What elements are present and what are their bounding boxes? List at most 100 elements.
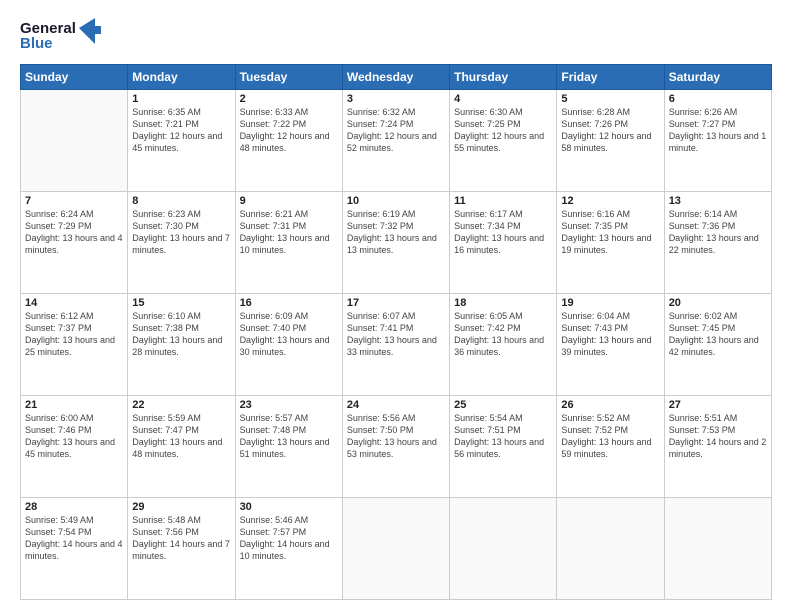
day-number: 9 [240, 195, 338, 207]
calendar-week-1: 7Sunrise: 6:24 AMSunset: 7:29 PMDaylight… [21, 192, 772, 294]
calendar-cell: 12Sunrise: 6:16 AMSunset: 7:35 PMDayligh… [557, 192, 664, 294]
day-info: Sunrise: 5:49 AMSunset: 7:54 PMDaylight:… [25, 514, 123, 563]
calendar-cell: 14Sunrise: 6:12 AMSunset: 7:37 PMDayligh… [21, 294, 128, 396]
calendar-cell: 10Sunrise: 6:19 AMSunset: 7:32 PMDayligh… [342, 192, 449, 294]
day-number: 18 [454, 297, 552, 309]
day-info: Sunrise: 6:17 AMSunset: 7:34 PMDaylight:… [454, 208, 552, 257]
day-number: 8 [132, 195, 230, 207]
logo-blue: Blue [20, 36, 76, 51]
day-info: Sunrise: 6:09 AMSunset: 7:40 PMDaylight:… [240, 310, 338, 359]
calendar-cell: 26Sunrise: 5:52 AMSunset: 7:52 PMDayligh… [557, 396, 664, 498]
calendar-cell: 25Sunrise: 5:54 AMSunset: 7:51 PMDayligh… [450, 396, 557, 498]
day-info: Sunrise: 5:59 AMSunset: 7:47 PMDaylight:… [132, 412, 230, 461]
day-number: 21 [25, 399, 123, 411]
day-number: 11 [454, 195, 552, 207]
day-number: 28 [25, 501, 123, 513]
day-number: 2 [240, 93, 338, 105]
day-number: 25 [454, 399, 552, 411]
day-info: Sunrise: 5:56 AMSunset: 7:50 PMDaylight:… [347, 412, 445, 461]
day-info: Sunrise: 6:07 AMSunset: 7:41 PMDaylight:… [347, 310, 445, 359]
calendar-week-0: 1Sunrise: 6:35 AMSunset: 7:21 PMDaylight… [21, 90, 772, 192]
calendar-week-2: 14Sunrise: 6:12 AMSunset: 7:37 PMDayligh… [21, 294, 772, 396]
calendar-cell: 13Sunrise: 6:14 AMSunset: 7:36 PMDayligh… [664, 192, 771, 294]
calendar-cell: 19Sunrise: 6:04 AMSunset: 7:43 PMDayligh… [557, 294, 664, 396]
day-info: Sunrise: 6:24 AMSunset: 7:29 PMDaylight:… [25, 208, 123, 257]
logo: General Blue [20, 18, 101, 54]
calendar-cell: 2Sunrise: 6:33 AMSunset: 7:22 PMDaylight… [235, 90, 342, 192]
day-number: 23 [240, 399, 338, 411]
calendar-cell: 18Sunrise: 6:05 AMSunset: 7:42 PMDayligh… [450, 294, 557, 396]
day-number: 24 [347, 399, 445, 411]
calendar-cell [450, 498, 557, 600]
day-info: Sunrise: 6:16 AMSunset: 7:35 PMDaylight:… [561, 208, 659, 257]
day-number: 17 [347, 297, 445, 309]
day-number: 6 [669, 93, 767, 105]
day-info: Sunrise: 6:02 AMSunset: 7:45 PMDaylight:… [669, 310, 767, 359]
calendar-cell: 1Sunrise: 6:35 AMSunset: 7:21 PMDaylight… [128, 90, 235, 192]
day-info: Sunrise: 6:00 AMSunset: 7:46 PMDaylight:… [25, 412, 123, 461]
day-number: 5 [561, 93, 659, 105]
day-info: Sunrise: 6:26 AMSunset: 7:27 PMDaylight:… [669, 106, 767, 155]
calendar-cell: 21Sunrise: 6:00 AMSunset: 7:46 PMDayligh… [21, 396, 128, 498]
day-number: 12 [561, 195, 659, 207]
day-info: Sunrise: 5:51 AMSunset: 7:53 PMDaylight:… [669, 412, 767, 461]
calendar-header-monday: Monday [128, 65, 235, 90]
calendar-cell [342, 498, 449, 600]
day-info: Sunrise: 6:32 AMSunset: 7:24 PMDaylight:… [347, 106, 445, 155]
calendar-cell: 20Sunrise: 6:02 AMSunset: 7:45 PMDayligh… [664, 294, 771, 396]
calendar-header-sunday: Sunday [21, 65, 128, 90]
day-info: Sunrise: 5:54 AMSunset: 7:51 PMDaylight:… [454, 412, 552, 461]
calendar-cell: 4Sunrise: 6:30 AMSunset: 7:25 PMDaylight… [450, 90, 557, 192]
day-number: 30 [240, 501, 338, 513]
calendar-cell: 11Sunrise: 6:17 AMSunset: 7:34 PMDayligh… [450, 192, 557, 294]
calendar-cell: 5Sunrise: 6:28 AMSunset: 7:26 PMDaylight… [557, 90, 664, 192]
calendar-cell: 30Sunrise: 5:46 AMSunset: 7:57 PMDayligh… [235, 498, 342, 600]
day-info: Sunrise: 5:57 AMSunset: 7:48 PMDaylight:… [240, 412, 338, 461]
day-info: Sunrise: 6:35 AMSunset: 7:21 PMDaylight:… [132, 106, 230, 155]
day-number: 29 [132, 501, 230, 513]
calendar-week-3: 21Sunrise: 6:00 AMSunset: 7:46 PMDayligh… [21, 396, 772, 498]
calendar-cell: 15Sunrise: 6:10 AMSunset: 7:38 PMDayligh… [128, 294, 235, 396]
page: General Blue SundayMondayTuesdayWednesda… [0, 0, 792, 612]
calendar-cell: 28Sunrise: 5:49 AMSunset: 7:54 PMDayligh… [21, 498, 128, 600]
day-info: Sunrise: 5:48 AMSunset: 7:56 PMDaylight:… [132, 514, 230, 563]
calendar-cell: 7Sunrise: 6:24 AMSunset: 7:29 PMDaylight… [21, 192, 128, 294]
day-number: 27 [669, 399, 767, 411]
calendar-cell: 3Sunrise: 6:32 AMSunset: 7:24 PMDaylight… [342, 90, 449, 192]
day-info: Sunrise: 6:12 AMSunset: 7:37 PMDaylight:… [25, 310, 123, 359]
calendar-table: SundayMondayTuesdayWednesdayThursdayFrid… [20, 64, 772, 600]
day-number: 14 [25, 297, 123, 309]
day-number: 16 [240, 297, 338, 309]
calendar-cell: 16Sunrise: 6:09 AMSunset: 7:40 PMDayligh… [235, 294, 342, 396]
calendar-cell: 8Sunrise: 6:23 AMSunset: 7:30 PMDaylight… [128, 192, 235, 294]
calendar-cell: 17Sunrise: 6:07 AMSunset: 7:41 PMDayligh… [342, 294, 449, 396]
calendar-header-wednesday: Wednesday [342, 65, 449, 90]
calendar-header-thursday: Thursday [450, 65, 557, 90]
calendar-header-saturday: Saturday [664, 65, 771, 90]
day-number: 26 [561, 399, 659, 411]
logo-arrow-icon [79, 18, 101, 54]
day-info: Sunrise: 6:05 AMSunset: 7:42 PMDaylight:… [454, 310, 552, 359]
day-number: 10 [347, 195, 445, 207]
day-info: Sunrise: 6:10 AMSunset: 7:38 PMDaylight:… [132, 310, 230, 359]
calendar-cell: 24Sunrise: 5:56 AMSunset: 7:50 PMDayligh… [342, 396, 449, 498]
day-info: Sunrise: 6:30 AMSunset: 7:25 PMDaylight:… [454, 106, 552, 155]
day-info: Sunrise: 6:21 AMSunset: 7:31 PMDaylight:… [240, 208, 338, 257]
calendar-header-row: SundayMondayTuesdayWednesdayThursdayFrid… [21, 65, 772, 90]
header: General Blue [20, 18, 772, 54]
calendar-week-4: 28Sunrise: 5:49 AMSunset: 7:54 PMDayligh… [21, 498, 772, 600]
calendar-cell: 6Sunrise: 6:26 AMSunset: 7:27 PMDaylight… [664, 90, 771, 192]
calendar-cell [557, 498, 664, 600]
logo-general: General [20, 21, 76, 36]
day-info: Sunrise: 6:14 AMSunset: 7:36 PMDaylight:… [669, 208, 767, 257]
calendar-cell: 22Sunrise: 5:59 AMSunset: 7:47 PMDayligh… [128, 396, 235, 498]
calendar-cell: 9Sunrise: 6:21 AMSunset: 7:31 PMDaylight… [235, 192, 342, 294]
day-number: 22 [132, 399, 230, 411]
calendar-header-friday: Friday [557, 65, 664, 90]
day-info: Sunrise: 6:33 AMSunset: 7:22 PMDaylight:… [240, 106, 338, 155]
day-info: Sunrise: 6:28 AMSunset: 7:26 PMDaylight:… [561, 106, 659, 155]
day-info: Sunrise: 6:04 AMSunset: 7:43 PMDaylight:… [561, 310, 659, 359]
day-number: 4 [454, 93, 552, 105]
day-number: 7 [25, 195, 123, 207]
calendar-cell [21, 90, 128, 192]
